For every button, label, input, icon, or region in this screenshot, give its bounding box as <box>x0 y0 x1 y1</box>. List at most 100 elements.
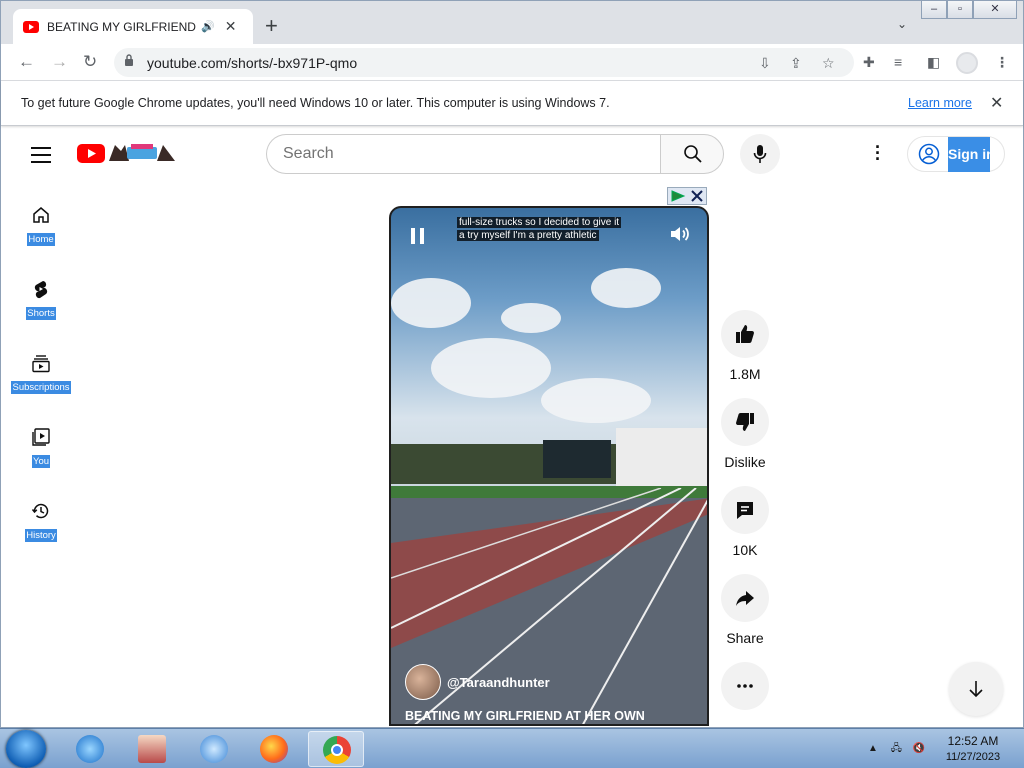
channel-avatar[interactable] <box>405 664 441 700</box>
dislike-button[interactable]: Dislike <box>721 398 769 470</box>
music-note-icon <box>200 735 228 763</box>
lock-icon[interactable] <box>124 54 134 66</box>
video-cloud <box>391 278 471 328</box>
search-button[interactable] <box>660 134 724 174</box>
learn-more-link[interactable]: Learn more <box>908 96 972 110</box>
guide-menu-icon[interactable] <box>31 147 51 168</box>
minimize-button[interactable]: – <box>921 1 947 19</box>
taskbar-store-app[interactable] <box>124 731 180 767</box>
like-count: 1.8M <box>729 366 761 382</box>
tab-search-chevron-icon[interactable]: ⌄ <box>897 17 907 31</box>
sidebar-item-label: Home <box>27 233 55 246</box>
close-tab-icon[interactable]: ✕ <box>225 18 237 35</box>
extensions-puzzle-icon[interactable]: ✚ <box>863 54 875 71</box>
network-icon[interactable]: 🖧 <box>891 743 902 754</box>
caption-line-1: full-size trucks so I decided to give it <box>457 217 622 228</box>
history-icon <box>31 503 49 519</box>
share-button[interactable]: Share <box>721 574 769 646</box>
channel-handle[interactable]: @Taraandhunter <box>447 675 550 690</box>
shorts-video-player[interactable]: full-size trucks so I decided to give it… <box>389 206 709 726</box>
start-orb-button[interactable] <box>6 730 46 768</box>
thumbs-up-icon <box>736 325 754 343</box>
system-tray: ▲ 🖧 🔇 <box>868 741 925 758</box>
sidebar-item-label: Subscriptions <box>11 381 71 394</box>
side-panel-icon[interactable]: ◧ <box>927 54 940 71</box>
sign-in-label: Sign in <box>948 137 990 172</box>
account-circle-icon <box>918 143 940 165</box>
browser-tab[interactable]: BEATING MY GIRLFRIEND AT 🔊 ✕ <box>13 9 253 44</box>
system-clock[interactable]: 12:52 AM 11/27/2023 <box>940 733 1006 765</box>
video-caption: full-size trucks so I decided to give it… <box>457 216 637 242</box>
voice-search-button[interactable] <box>740 134 780 174</box>
profile-avatar[interactable] <box>956 52 978 74</box>
share-label: Share <box>726 630 764 646</box>
sidebar-item-subscriptions[interactable]: Subscriptions <box>1 341 81 401</box>
settings-more-icon[interactable]: · · · <box>871 138 885 168</box>
sidebar-item-you[interactable]: You <box>1 415 81 475</box>
sidebar-item-home[interactable]: Home <box>1 193 81 253</box>
store-app-icon <box>138 735 166 763</box>
bookmark-star-icon[interactable]: ☆ <box>822 55 835 72</box>
internet-explorer-icon <box>76 735 104 763</box>
microphone-icon <box>753 145 767 163</box>
search-icon <box>684 145 702 163</box>
window-controls: – ▫ ✕ <box>921 1 1017 19</box>
share-page-icon[interactable]: ⇪ <box>790 55 802 72</box>
short-title[interactable]: BEATING MY GIRLFRIEND AT HER OWN <box>405 709 645 723</box>
video-grandstand <box>616 428 707 488</box>
volume-muted-icon[interactable]: 🔇 <box>913 743 925 754</box>
taskbar-chrome[interactable] <box>308 731 364 767</box>
audio-playing-icon[interactable]: 🔊 <box>201 20 215 33</box>
search-input[interactable]: Search <box>266 134 661 174</box>
browser-toolbar: ← → ↻ youtube.com/shorts/-bx971P-qmo ⇩ ⇪… <box>1 44 1023 81</box>
next-short-button[interactable] <box>949 662 1003 716</box>
tab-strip: BEATING MY GIRLFRIEND AT 🔊 ✕ + ⌄ – ▫ ✕ <box>1 1 1023 44</box>
clock-date: 11/27/2023 <box>945 751 1001 763</box>
adchoices-badge[interactable] <box>667 187 707 205</box>
share-arrow-icon <box>736 591 754 606</box>
channel-info[interactable]: @Taraandhunter <box>405 664 550 700</box>
address-bar[interactable]: youtube.com/shorts/-bx971P-qmo ⇩ ⇪ ☆ <box>114 48 854 77</box>
comments-button[interactable]: 10K <box>721 486 769 558</box>
reload-icon[interactable]: ↻ <box>83 52 97 72</box>
close-infobar-icon[interactable]: ✕ <box>990 93 1003 113</box>
taskbar-firefox[interactable] <box>246 731 302 767</box>
taskbar-itunes[interactable] <box>186 731 242 767</box>
url-text[interactable]: youtube.com/shorts/-bx971P-qmo <box>147 55 357 71</box>
pause-icon[interactable] <box>411 228 425 244</box>
sidebar-item-history[interactable]: History <box>1 489 81 549</box>
tab-title: BEATING MY GIRLFRIEND AT <box>47 19 197 34</box>
more-actions-button[interactable] <box>721 662 769 710</box>
comment-count: 10K <box>732 542 758 558</box>
taskbar-internet-explorer[interactable] <box>62 731 118 767</box>
sidebar-item-label: You <box>31 455 51 468</box>
close-window-button[interactable]: ✕ <box>973 1 1017 19</box>
adchoices-icon <box>671 190 703 202</box>
youtube-masthead: Search ··· Sign in <box>1 127 1023 183</box>
you-icon <box>32 428 50 446</box>
forward-arrow-icon[interactable]: → <box>51 52 68 72</box>
back-arrow-icon[interactable]: ← <box>18 52 35 72</box>
thumbs-down-icon <box>736 413 754 431</box>
youtube-doodle-logo[interactable] <box>77 141 177 165</box>
volume-icon[interactable] <box>669 224 691 244</box>
like-button[interactable]: 1.8M <box>721 310 769 382</box>
media-control-icon[interactable]: ≡ <box>894 54 902 70</box>
firefox-icon <box>260 735 288 763</box>
windows-taskbar: ▲ 🖧 🔇 12:52 AM 11/27/2023 <box>0 728 1024 768</box>
new-tab-button[interactable]: + <box>265 15 278 37</box>
install-app-icon[interactable]: ⇩ <box>759 55 771 72</box>
chrome-menu-icon[interactable]: ⋮ <box>995 54 1009 71</box>
maximize-button[interactable]: ▫ <box>947 1 973 19</box>
sidebar-item-label: History <box>25 529 57 542</box>
show-hidden-icons-icon[interactable]: ▲ <box>868 743 878 754</box>
sidebar-item-shorts[interactable]: Shorts <box>1 267 81 327</box>
video-cloud <box>431 338 551 398</box>
search-placeholder: Search <box>283 145 334 162</box>
chrome-icon <box>323 736 351 764</box>
browser-window: BEATING MY GIRLFRIEND AT 🔊 ✕ + ⌄ – ▫ ✕ ←… <box>0 0 1024 728</box>
video-cloud <box>541 378 651 423</box>
arrow-down-icon <box>969 681 983 698</box>
sign-in-button[interactable]: Sign in <box>907 136 1005 172</box>
sidebar-item-label: Shorts <box>26 307 56 320</box>
